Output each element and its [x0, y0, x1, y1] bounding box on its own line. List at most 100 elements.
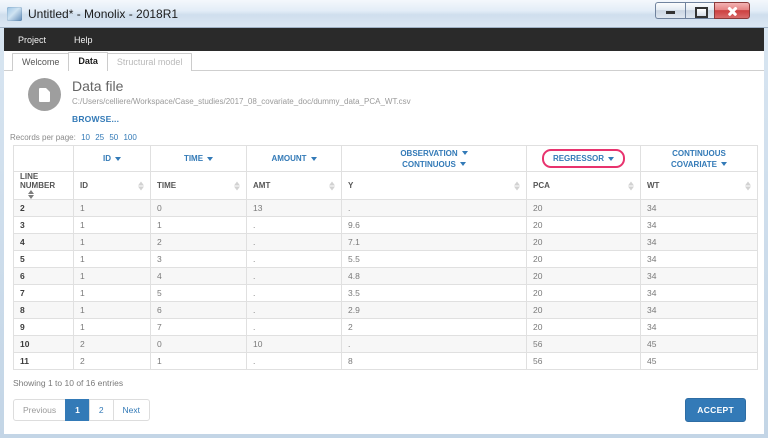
- table-row: 917.22034: [14, 319, 758, 336]
- data-cell: 1: [74, 217, 151, 234]
- table-row: 102010.5645: [14, 336, 758, 353]
- data-cell: 0: [151, 336, 247, 353]
- data-cell: 10: [247, 336, 342, 353]
- records-option-50[interactable]: 50: [109, 133, 118, 142]
- file-page-icon: [39, 88, 50, 102]
- data-cell: 1: [151, 217, 247, 234]
- data-cell: 2.9: [342, 302, 527, 319]
- header-y[interactable]: Y: [342, 172, 527, 200]
- data-cell: 56: [527, 353, 641, 370]
- menu-help[interactable]: Help: [60, 35, 107, 45]
- header-pca[interactable]: PCA: [527, 172, 641, 200]
- tab-bar: Welcome Data Structural model: [4, 51, 764, 71]
- records-per-page-label: Records per page:: [10, 133, 76, 142]
- table-row: 614.4.82034: [14, 268, 758, 285]
- data-cell: .: [247, 268, 342, 285]
- header-amt[interactable]: AMT: [247, 172, 342, 200]
- tab-welcome[interactable]: Welcome: [12, 53, 69, 71]
- data-cell: 34: [641, 319, 758, 336]
- maximize-button-icon[interactable]: [685, 2, 714, 19]
- line-number-cell: 5: [14, 251, 74, 268]
- data-cell: 34: [641, 285, 758, 302]
- data-cell: 1: [74, 251, 151, 268]
- type-dropdown-continuous-covariate[interactable]: CONTINUOUS COVARIATE: [641, 146, 758, 172]
- window-controls: [655, 2, 750, 19]
- data-cell: 20: [527, 285, 641, 302]
- data-cell: 13: [247, 200, 342, 217]
- title-bar[interactable]: Untitled* - Monolix - 2018R1: [0, 0, 768, 28]
- data-cell: 34: [641, 234, 758, 251]
- pagination: Previous 1 2 Next: [13, 399, 150, 421]
- data-cell: 2: [151, 234, 247, 251]
- data-cell: 20: [527, 302, 641, 319]
- menu-project[interactable]: Project: [4, 35, 60, 45]
- data-cell: 20: [527, 268, 641, 285]
- accept-button[interactable]: ACCEPT: [685, 398, 746, 422]
- records-per-page: Records per page: 10 25 50 100: [10, 133, 764, 142]
- records-option-25[interactable]: 25: [95, 133, 104, 142]
- window-title: Untitled* - Monolix - 2018R1: [28, 7, 178, 21]
- data-cell: 0: [151, 200, 247, 217]
- close-button-icon[interactable]: [714, 2, 750, 19]
- line-number-cell: 8: [14, 302, 74, 319]
- regressor-highlight-box: REGRESSOR: [542, 149, 625, 168]
- data-cell: 3.5: [342, 285, 527, 302]
- sort-icon[interactable]: [234, 181, 240, 190]
- pagination-previous[interactable]: Previous: [13, 399, 66, 421]
- data-cell: 45: [641, 353, 758, 370]
- records-option-100[interactable]: 100: [123, 133, 136, 142]
- header-id[interactable]: ID: [74, 172, 151, 200]
- pagination-page-2[interactable]: 2: [89, 399, 114, 421]
- line-number-cell: 4: [14, 234, 74, 251]
- type-dropdown-regressor[interactable]: REGRESSOR: [527, 146, 641, 172]
- column-name-header-row: LINE NUMBER ID TIME: [14, 172, 758, 200]
- tab-structural-model[interactable]: Structural model: [107, 53, 193, 71]
- sort-icon[interactable]: [628, 181, 634, 190]
- sort-icon[interactable]: [138, 181, 144, 190]
- tab-data[interactable]: Data: [68, 52, 108, 71]
- line-number-cell: 11: [14, 353, 74, 370]
- data-file-icon: [28, 78, 61, 111]
- chevron-down-icon: [207, 157, 213, 161]
- data-cell: 3: [151, 251, 247, 268]
- sort-icon[interactable]: [28, 190, 34, 199]
- type-dropdown-id[interactable]: ID: [74, 146, 151, 172]
- type-dropdown-amount[interactable]: AMOUNT: [247, 146, 342, 172]
- header-wt[interactable]: WT: [641, 172, 758, 200]
- pagination-page-1[interactable]: 1: [65, 399, 90, 421]
- data-cell: 1: [74, 285, 151, 302]
- data-cell: 20: [527, 217, 641, 234]
- data-file-path: C:/Users/celliere/Workspace/Case_studies…: [72, 97, 411, 106]
- table-row: 513.5.52034: [14, 251, 758, 268]
- sort-icon[interactable]: [514, 181, 520, 190]
- data-cell: 1: [74, 200, 151, 217]
- type-dropdown-observation[interactable]: OBSERVATION CONTINUOUS: [342, 146, 527, 172]
- data-cell: .: [247, 353, 342, 370]
- sort-icon[interactable]: [329, 181, 335, 190]
- data-cell: .: [342, 200, 527, 217]
- records-option-10[interactable]: 10: [81, 133, 90, 142]
- data-cell: 4: [151, 268, 247, 285]
- data-cell: 4.8: [342, 268, 527, 285]
- data-cell: 1: [74, 319, 151, 336]
- pagination-next[interactable]: Next: [113, 399, 150, 421]
- data-cell: 1: [74, 302, 151, 319]
- data-cell: .: [342, 336, 527, 353]
- data-cell: 8: [342, 353, 527, 370]
- window-frame: Project Help Welcome Data Structural mod…: [0, 28, 768, 438]
- data-cell: 7.1: [342, 234, 527, 251]
- data-cell: 1: [151, 353, 247, 370]
- browse-button[interactable]: BROWSE...: [72, 114, 119, 124]
- data-cell: 20: [527, 200, 641, 217]
- data-cell: 34: [641, 217, 758, 234]
- data-cell: 5: [151, 285, 247, 302]
- type-dropdown-time[interactable]: TIME: [151, 146, 247, 172]
- header-time[interactable]: TIME: [151, 172, 247, 200]
- line-number-cell: 7: [14, 285, 74, 302]
- sort-icon[interactable]: [745, 181, 751, 190]
- table-row: 816.2.92034: [14, 302, 758, 319]
- table-row: 715.3.52034: [14, 285, 758, 302]
- header-line-number[interactable]: LINE NUMBER: [14, 172, 74, 200]
- minimize-button-icon[interactable]: [655, 2, 685, 19]
- data-cell: 56: [527, 336, 641, 353]
